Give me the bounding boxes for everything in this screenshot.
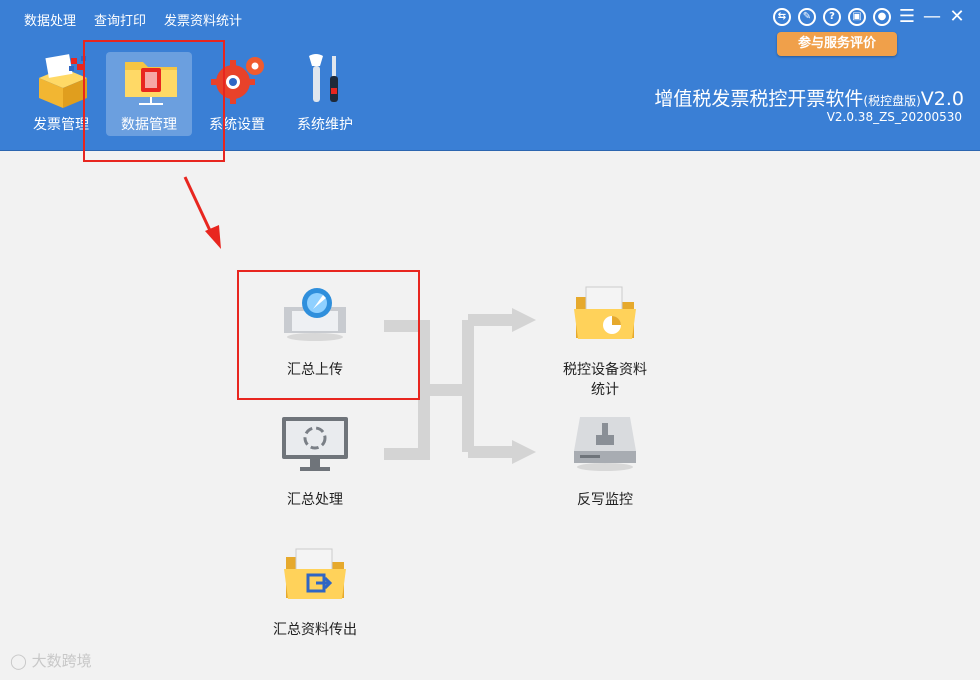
feature-label-line2: 统计 — [591, 382, 619, 398]
app-title-text: 增值税发票税控开票软件 — [654, 88, 864, 110]
menu-icon[interactable]: ☰ — [898, 8, 916, 26]
switch-icon[interactable]: ⇆ — [773, 8, 791, 26]
app-title: 增值税发票税控开票软件(税控盘版)V2.0 — [654, 84, 964, 111]
feature-label: 汇总资料传出 — [273, 622, 357, 638]
folder-export-icon — [280, 545, 350, 607]
app-edition: (税控盘版) — [863, 94, 921, 108]
feature-label: 反写监控 — [577, 492, 633, 508]
top-menu: 数据处理 查询打印 发票资料统计 — [24, 10, 242, 29]
feature-label-line1: 税控设备资料 — [563, 362, 647, 378]
feature-device-statistics[interactable]: 税控设备资料 统计 — [535, 285, 675, 399]
menu-data-processing[interactable]: 数据处理 — [24, 10, 76, 29]
toolbar-system-maintenance[interactable]: 系统维护 — [282, 52, 368, 136]
feedback-icon[interactable]: ✎ — [798, 8, 816, 26]
toolbar-label: 系统维护 — [297, 117, 353, 133]
feature-label: 汇总处理 — [287, 492, 343, 508]
help-icon[interactable]: ? — [823, 8, 841, 26]
menu-invoice-statistics[interactable]: 发票资料统计 — [164, 10, 242, 29]
rate-service-button[interactable]: 参与服务评价 — [777, 32, 897, 56]
highlight-summary-upload — [237, 270, 420, 400]
lock-icon[interactable]: ▣ — [848, 8, 866, 26]
pointer-arrow — [183, 176, 221, 249]
minimize-icon[interactable]: — — [923, 8, 941, 26]
window-controls: ⇆ ✎ ? ▣ ● ☰ — ✕ — [773, 8, 966, 26]
drive-brush-icon — [570, 415, 640, 477]
close-icon[interactable]: ✕ — [948, 8, 966, 26]
user-icon[interactable]: ● — [873, 8, 891, 26]
feature-writeback-monitor[interactable]: 反写监控 — [535, 415, 675, 509]
wrench-screwdriver-icon — [297, 52, 353, 108]
app-title-version: V2.0 — [920, 88, 964, 110]
watermark: ◯ 大数跨境 — [10, 652, 92, 670]
highlight-data-management — [83, 40, 225, 162]
invoice-box-icon — [33, 52, 89, 108]
feature-summary-export[interactable]: 汇总资料传出 — [245, 545, 385, 639]
feature-summary-process[interactable]: 汇总处理 — [245, 415, 385, 509]
folder-chart-icon — [570, 285, 640, 347]
app-version: V2.0.38_ZS_20200530 — [826, 110, 962, 124]
watermark-text: 大数跨境 — [31, 652, 92, 670]
monitor-refresh-icon — [280, 415, 350, 477]
menu-query-print[interactable]: 查询打印 — [94, 10, 146, 29]
